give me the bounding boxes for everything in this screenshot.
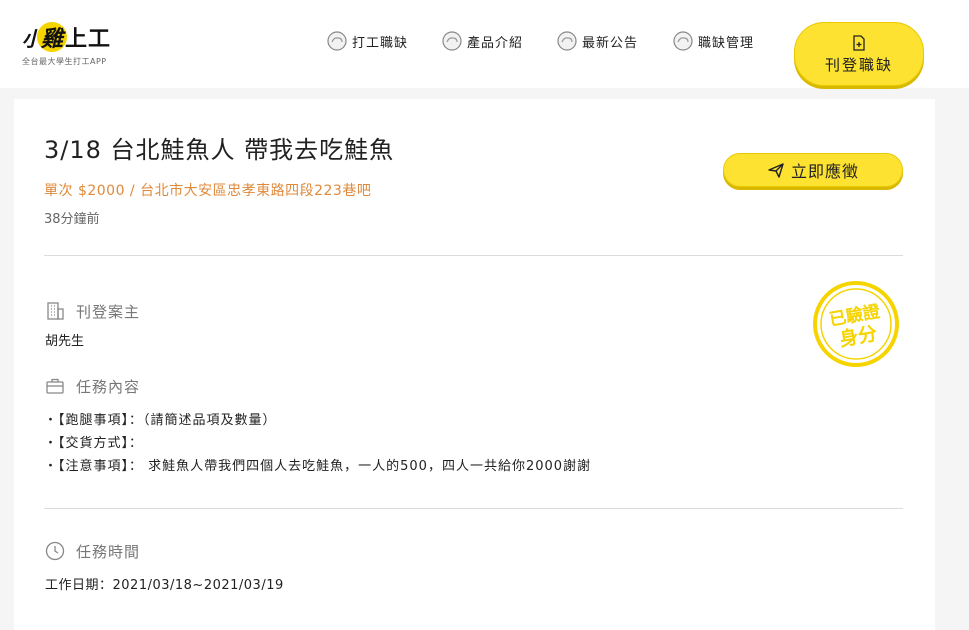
nav-item-manage[interactable]: 職缺管理 — [672, 30, 754, 52]
verified-identity-badge: 已驗證 身分 — [813, 281, 899, 367]
brand-logo[interactable]: 小 雞 上工 全台最大學生打工APP — [22, 22, 122, 72]
apply-now-label: 立即應徵 — [790, 162, 859, 181]
post-job-button[interactable]: 刊登職缺 — [794, 22, 924, 86]
work-date: 工作日期：2021/03/18~2021/03/19 — [45, 578, 284, 593]
job-posted-time: 38分鐘前 — [44, 212, 100, 227]
task-item: ・【注意事項】： 求鮭魚人帶我們四個人去吃鮭魚，一人的500，四人一共給你200… — [44, 459, 592, 474]
task-item: ・【交貨方式】： — [44, 436, 144, 451]
cloud-badge-icon — [327, 31, 347, 51]
briefcase-icon — [46, 378, 64, 394]
nav-label: 打工職缺 — [352, 35, 409, 51]
logo-char-chick: 雞 — [40, 27, 63, 52]
owner-name: 胡先生 — [45, 334, 85, 349]
top-navbar: 小 雞 上工 全台最大學生打工APP 打工職缺 產品介紹 最新公告 職缺管理 刊… — [0, 0, 969, 88]
nav-item-products[interactable]: 產品介紹 — [441, 30, 523, 52]
section-task-title: 任務內容 — [76, 377, 141, 396]
nav-label: 產品介紹 — [467, 35, 524, 51]
cloud-badge-icon — [442, 31, 462, 51]
send-icon — [768, 163, 784, 178]
cloud-badge-icon — [557, 31, 577, 51]
job-title: 3/18 台北鮭魚人 帶我去吃鮭魚 — [44, 136, 395, 164]
task-list: ・【跑腿事項】：（請簡述品項及數量） ・【交貨方式】： ・【注意事項】： 求鮭魚… — [44, 409, 591, 478]
post-job-label: 刊登職缺 — [824, 55, 893, 74]
apply-now-button[interactable]: 立即應徵 — [723, 153, 903, 187]
task-item: ・【跑腿事項】：（請簡述品項及數量） — [44, 413, 277, 428]
logo-wordmark: 小 雞 上工 — [22, 22, 122, 52]
nav-item-news[interactable]: 最新公告 — [556, 30, 638, 52]
section-owner-heading: 刊登案主 — [44, 300, 140, 322]
job-pay-location: 單次 $2000 / 台北市大安區忠孝東路四段223巷吧 — [44, 183, 372, 199]
section-time-heading: 任務時間 — [44, 540, 140, 562]
logo-chick-disc: 雞 — [37, 22, 67, 52]
logo-char-rest: 上工 — [65, 27, 112, 52]
cloud-badge-icon — [673, 31, 693, 51]
brand-tagline: 全台最大學生打工APP — [22, 57, 107, 66]
nav-label: 最新公告 — [582, 35, 639, 51]
section-time-title: 任務時間 — [76, 542, 141, 561]
divider — [44, 508, 903, 509]
nav-item-jobs[interactable]: 打工職缺 — [326, 30, 408, 52]
section-owner-title: 刊登案主 — [76, 302, 141, 321]
document-add-icon — [853, 34, 865, 51]
nav-label: 職缺管理 — [698, 35, 755, 51]
building-icon — [47, 302, 64, 320]
clock-icon — [45, 541, 65, 561]
divider — [44, 255, 903, 256]
section-task-heading: 任務內容 — [44, 375, 140, 397]
